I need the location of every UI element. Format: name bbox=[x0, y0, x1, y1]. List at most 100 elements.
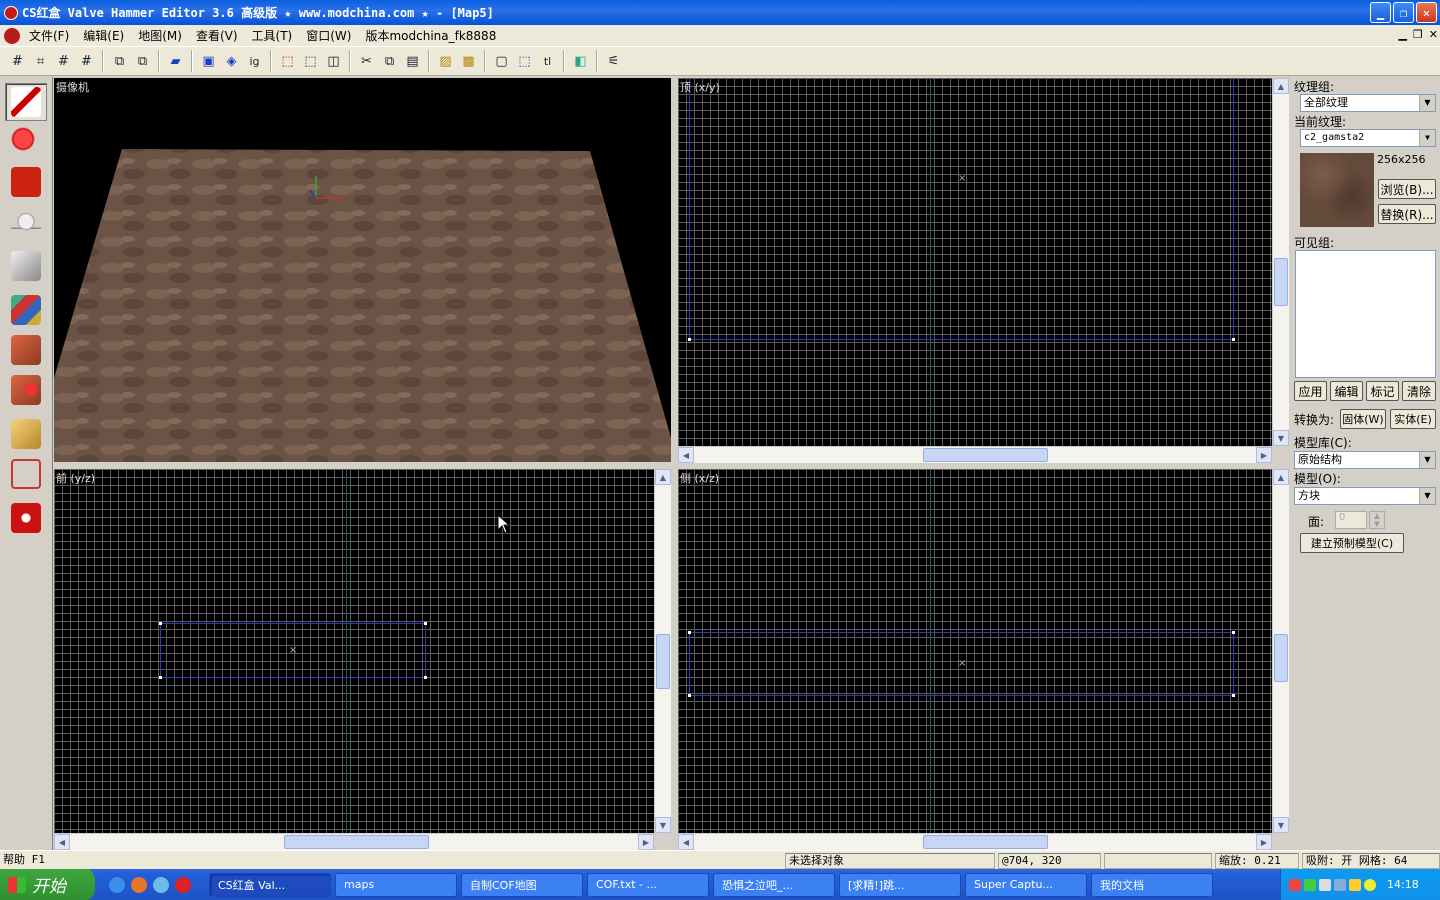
camera-tool[interactable] bbox=[5, 163, 47, 201]
group-icon[interactable]: ⧉ bbox=[110, 51, 130, 71]
menu-map[interactable]: 地图(M) bbox=[131, 27, 189, 44]
selection-tool[interactable] bbox=[5, 83, 47, 121]
to-entity-button[interactable]: 实体(E) bbox=[1390, 409, 1436, 429]
add-icon[interactable] bbox=[1364, 878, 1376, 891]
tray-icon-1[interactable] bbox=[1289, 878, 1301, 891]
apply-texture-tool[interactable] bbox=[5, 331, 47, 369]
close-button[interactable]: ✕ bbox=[1416, 2, 1437, 23]
status-selection: 未选择对象 bbox=[785, 853, 995, 869]
mdi-restore-button[interactable]: ❐ bbox=[1413, 28, 1423, 41]
restore-button[interactable]: ❐ bbox=[1393, 2, 1414, 23]
menu-window[interactable]: 窗口(W) bbox=[299, 27, 358, 44]
text-tl-icon[interactable]: tl bbox=[538, 51, 558, 71]
menu-view[interactable]: 查看(V) bbox=[189, 27, 245, 44]
magnify-tool[interactable] bbox=[5, 123, 47, 161]
cut-icon[interactable]: ✂ bbox=[357, 51, 377, 71]
apply-button[interactable]: 应用 bbox=[1294, 381, 1327, 401]
decal-tool[interactable] bbox=[5, 371, 47, 409]
browse-button[interactable]: 浏览(B)... bbox=[1378, 179, 1436, 199]
mark-button[interactable]: 标记 bbox=[1366, 381, 1399, 401]
current-texture-label: 当前纹理: bbox=[1294, 115, 1347, 129]
faces-input[interactable]: 0 bbox=[1335, 511, 1367, 529]
stripes-icon[interactable]: ▨ bbox=[436, 51, 456, 71]
to-world-button[interactable]: 固体(W) bbox=[1340, 409, 1386, 429]
vertex-tool[interactable] bbox=[5, 455, 47, 493]
task-maps[interactable]: maps bbox=[335, 872, 457, 897]
mdi-minimize-button[interactable]: ▁ bbox=[1398, 28, 1406, 41]
firefox-icon[interactable] bbox=[131, 876, 147, 893]
task-super-capture[interactable]: Super Captu... bbox=[965, 872, 1087, 897]
select-box-icon[interactable]: ▢ bbox=[492, 51, 512, 71]
network-icon[interactable] bbox=[1334, 878, 1346, 891]
tray-icon-2[interactable] bbox=[1304, 878, 1316, 891]
edit-button[interactable]: 编辑 bbox=[1330, 381, 1363, 401]
path-tool[interactable] bbox=[5, 499, 47, 537]
paste-icon[interactable]: ▤ bbox=[403, 51, 423, 71]
prefab-model-select[interactable]: 方块 ▼ bbox=[1294, 487, 1436, 505]
task-cof-map[interactable]: 自制COF地图 bbox=[461, 872, 583, 897]
prefab-library-select[interactable]: 原始结构 ▼ bbox=[1294, 451, 1436, 469]
texture-group-select[interactable]: 全部纹理 ▼ bbox=[1300, 94, 1436, 112]
top-view-brush[interactable] bbox=[689, 78, 1234, 340]
entity-tool[interactable] bbox=[5, 207, 47, 245]
task-my-documents[interactable]: 我的文档 bbox=[1091, 872, 1213, 897]
copy-icon[interactable]: ⧉ bbox=[380, 51, 400, 71]
volume-icon[interactable] bbox=[1349, 878, 1361, 891]
app-icon bbox=[4, 5, 18, 20]
ie-alt-icon[interactable] bbox=[153, 876, 169, 893]
cube-icon[interactable]: ◫ bbox=[324, 51, 344, 71]
texture-preview bbox=[1300, 153, 1374, 227]
visgroup-list[interactable] bbox=[1295, 250, 1436, 378]
current-texture-select[interactable]: c2_gamsta2 ▼ bbox=[1300, 129, 1436, 147]
block-tool[interactable] bbox=[5, 247, 47, 285]
purge-button[interactable]: 清除 bbox=[1402, 381, 1436, 401]
replace-button[interactable]: 替换(R)... bbox=[1378, 204, 1436, 224]
hammer-quicklaunch-icon[interactable] bbox=[175, 876, 191, 893]
create-prefab-button[interactable]: 建立预制模型(C) bbox=[1300, 533, 1404, 553]
minimize-button[interactable]: ▁ bbox=[1370, 2, 1391, 23]
system-tray: 14:18 bbox=[1280, 869, 1440, 900]
tray-icon-3[interactable] bbox=[1319, 878, 1331, 891]
hatch-icon[interactable]: ▩ bbox=[459, 51, 479, 71]
camera-floor-brush bbox=[54, 149, 671, 462]
task-browser-1[interactable]: 恐惧之泣吧_... bbox=[713, 872, 835, 897]
grid-smaller-icon[interactable]: # bbox=[54, 51, 74, 71]
grid-3d-icon[interactable]: ⌗ bbox=[31, 51, 51, 71]
entity-report-icon[interactable]: ⚟ bbox=[604, 51, 624, 71]
faces-stepper[interactable]: ▲ ▼ bbox=[1369, 511, 1385, 529]
document-icon[interactable] bbox=[4, 27, 20, 44]
box-icon[interactable]: ⬚ bbox=[301, 51, 321, 71]
clip-tool[interactable] bbox=[5, 415, 47, 453]
camera-viewport[interactable]: 摄像机 bbox=[54, 78, 671, 462]
top-viewport-hscroll[interactable]: ◀ ▶ bbox=[678, 446, 1272, 463]
ignore-groups-icon[interactable]: ig bbox=[245, 51, 265, 71]
select-dashed-icon[interactable]: ⬚ bbox=[515, 51, 535, 71]
menu-version[interactable]: 版本modchina_fk8888 bbox=[358, 27, 503, 44]
texture-lock-icon[interactable]: ⬚ bbox=[278, 51, 298, 71]
carve-icon[interactable]: ▣ bbox=[199, 51, 219, 71]
task-browser-2[interactable]: [求精!]跳... bbox=[839, 872, 961, 897]
task-cof-txt[interactable]: COF.txt - ... bbox=[587, 872, 709, 897]
hollow-icon[interactable]: ◈ bbox=[222, 51, 242, 71]
side-viewport[interactable]: × 侧 (x/z) bbox=[678, 469, 1272, 833]
menu-file[interactable]: 文件(F) bbox=[22, 27, 76, 44]
front-viewport-vscroll[interactable]: ▲ ▼ bbox=[654, 469, 671, 833]
grid-larger-icon[interactable]: # bbox=[77, 51, 97, 71]
texture-app-tool[interactable] bbox=[5, 291, 47, 329]
side-viewport-vscroll[interactable]: ▲ ▼ bbox=[1272, 469, 1289, 833]
top-viewport[interactable]: × 顶 (x/y) bbox=[678, 78, 1272, 446]
menu-tools[interactable]: 工具(T) bbox=[245, 27, 300, 44]
mdi-close-button[interactable]: ✕ bbox=[1429, 28, 1438, 41]
run-map-icon[interactable]: ◧ bbox=[571, 51, 591, 71]
menu-edit[interactable]: 编辑(E) bbox=[76, 27, 131, 44]
side-viewport-hscroll[interactable]: ◀ ▶ bbox=[678, 833, 1272, 850]
start-button[interactable]: 开始 bbox=[0, 869, 95, 900]
ie-icon[interactable] bbox=[109, 876, 125, 893]
task-hammer[interactable]: CS红盒 Val... bbox=[209, 872, 331, 897]
hide-icon[interactable]: ▰ bbox=[166, 51, 186, 71]
front-viewport[interactable]: × 前 (y/z) bbox=[54, 469, 654, 833]
grid-toggle-icon[interactable]: # bbox=[8, 51, 28, 71]
top-viewport-vscroll[interactable]: ▲ ▼ bbox=[1272, 78, 1289, 446]
ungroup-icon[interactable]: ⧉ bbox=[133, 51, 153, 71]
front-viewport-hscroll[interactable]: ◀ ▶ bbox=[54, 833, 654, 850]
